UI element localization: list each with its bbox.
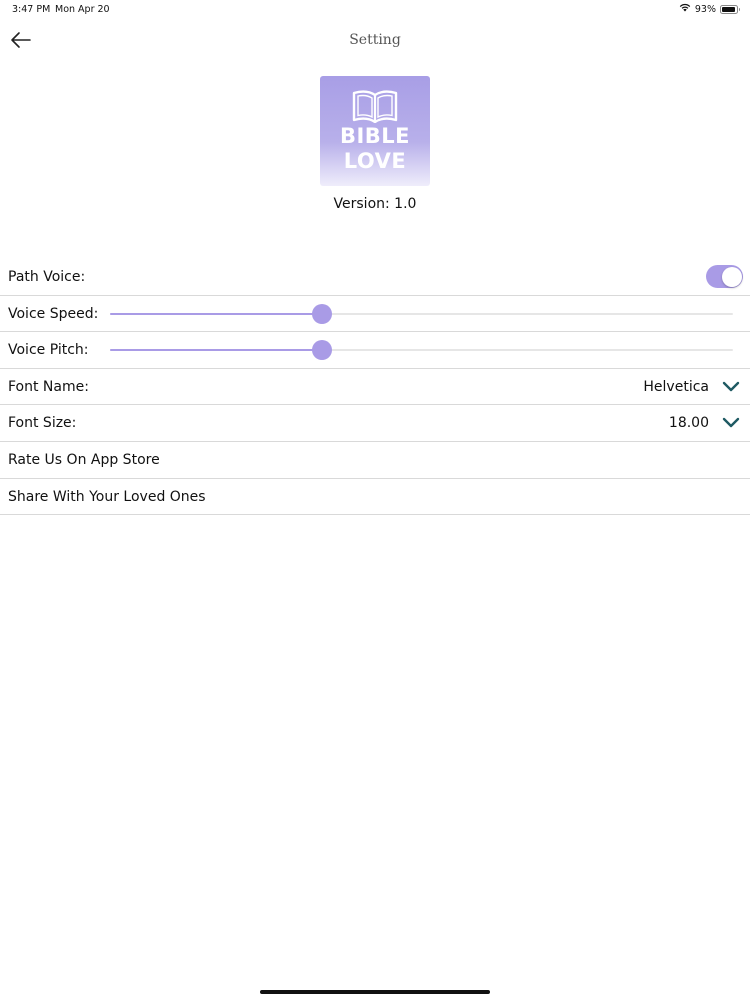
font-size-label: Font Size: <box>8 415 77 432</box>
page-title: Setting <box>349 32 401 48</box>
battery-fill <box>722 6 736 12</box>
navigation-bar: Setting <box>0 22 750 58</box>
slider-fill <box>110 312 322 315</box>
status-bar: 3:47 PM Mon Apr 20 93% <box>0 0 750 18</box>
app-version: Version: 1.0 <box>333 196 417 212</box>
toggle-knob <box>721 266 742 287</box>
font-name-label: Font Name: <box>8 378 89 395</box>
share-label: Share With Your Loved Ones <box>8 488 206 505</box>
battery-icon <box>720 4 740 14</box>
font-size-value: 18.00 <box>668 415 709 432</box>
rate-us-row[interactable]: Rate Us On App Store <box>0 442 750 479</box>
home-indicator <box>260 990 490 994</box>
logo-text-line-2: LOVE <box>343 149 407 173</box>
settings-row-font-size[interactable]: Font Size: 18.00 <box>0 405 750 442</box>
slider-thumb[interactable] <box>311 303 332 324</box>
status-time: 3:47 PM <box>12 4 51 15</box>
slider-thumb[interactable] <box>311 340 332 361</box>
voice-speed-slider[interactable] <box>110 303 733 324</box>
path-voice-label: Path Voice: <box>8 269 86 285</box>
settings-row-path-voice: Path Voice: <box>0 259 750 296</box>
battery-percent: 93% <box>694 3 716 15</box>
open-book-icon <box>352 90 398 123</box>
chevron-down-icon[interactable] <box>722 416 740 430</box>
voice-speed-label: Voice Speed: <box>8 305 99 322</box>
logo-text-line-1: BIBLE <box>339 124 411 148</box>
chevron-down-icon[interactable] <box>722 380 740 394</box>
voice-pitch-label: Voice Pitch: <box>8 342 89 359</box>
status-date: Mon Apr 20 <box>55 4 110 15</box>
slider-fill <box>110 349 322 352</box>
app-logo: BIBLE LOVE <box>320 76 430 186</box>
settings-row-font-name[interactable]: Font Name: Helvetica <box>0 369 750 406</box>
font-name-value: Helvetica <box>643 378 709 395</box>
rate-us-label: Rate Us On App Store <box>8 451 160 468</box>
wifi-icon <box>679 3 691 15</box>
settings-row-voice-pitch: Voice Pitch: <box>0 332 750 369</box>
settings-list: Path Voice: Voice Speed: Voice Pitch: Fo… <box>0 259 750 516</box>
share-row[interactable]: Share With Your Loved Ones <box>0 479 750 516</box>
voice-pitch-slider[interactable] <box>110 340 733 361</box>
settings-row-voice-speed: Voice Speed: <box>0 296 750 333</box>
status-right: 93% <box>679 3 740 15</box>
path-voice-toggle[interactable] <box>706 265 743 288</box>
